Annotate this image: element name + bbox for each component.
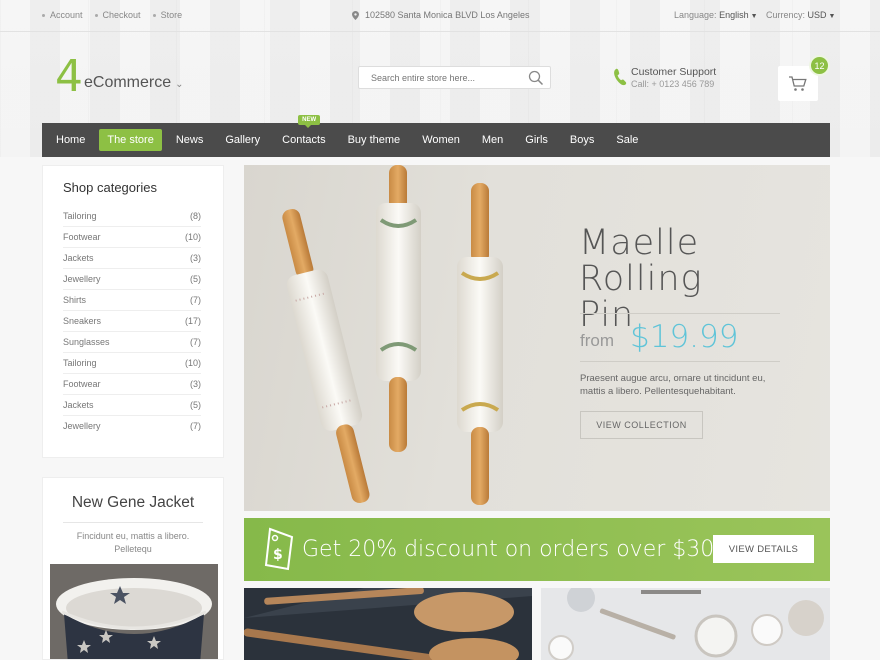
hero-divider: [580, 361, 780, 362]
new-badge: NEW: [298, 115, 321, 128]
view-details-button[interactable]: VIEW DETAILS: [713, 535, 814, 563]
category-item[interactable]: Sunglasses (7): [63, 332, 201, 353]
wooden-spoons-illustration: [244, 588, 532, 660]
nav-item-sale[interactable]: Sale: [608, 129, 646, 151]
nav-item-contacts[interactable]: Contacts NEW: [274, 115, 333, 151]
nav-item-gallery[interactable]: Gallery: [217, 129, 268, 151]
category-list: Tailoring (8) Footwear (10) Jackets (3) Jew…: [43, 206, 223, 437]
hero-description: Praesent augue arcu, ornare ut tincidunt…: [580, 373, 766, 397]
logo-text: eCommerce: [84, 74, 172, 91]
main-navigation: Home The store News Gallery Contacts NEW …: [42, 115, 830, 157]
phone-icon: [614, 68, 627, 86]
language-selector[interactable]: Language: English ▼: [674, 10, 758, 20]
category-item[interactable]: Tailoring (8): [63, 206, 201, 227]
svg-text:$: $: [273, 547, 283, 563]
category-item[interactable]: Footwear (3): [63, 374, 201, 395]
bullet-icon: [94, 13, 98, 17]
spoons-thumbnail[interactable]: [244, 588, 532, 660]
cart-count-badge: 12: [809, 55, 830, 76]
topbar-divider: [0, 31, 880, 32]
category-item[interactable]: Tailoring (10): [63, 353, 201, 374]
map-pin-icon: [352, 10, 359, 20]
category-item[interactable]: Jewellery (7): [63, 416, 201, 437]
price-tag-icon: $: [264, 527, 294, 570]
chevron-down-icon: ▼: [750, 13, 758, 20]
chevron-down-icon: ⌄: [175, 79, 184, 90]
nav-item-news[interactable]: News: [168, 129, 212, 151]
top-links: Account Checkout Store: [42, 10, 182, 20]
hero-banner: Maelle Rolling Pin from $19.99 Praesent a…: [244, 165, 830, 511]
bowls-illustration: [50, 564, 218, 659]
support-title: Customer Support: [631, 66, 717, 78]
site-logo[interactable]: 4 eCommerce ⌄: [55, 51, 184, 102]
search-input[interactable]: [359, 67, 519, 88]
category-item[interactable]: Shirts (7): [63, 290, 201, 311]
hero-divider: [580, 313, 780, 314]
nav-item-home[interactable]: Home: [48, 129, 93, 151]
kitchen-tools-thumbnail[interactable]: [541, 588, 830, 660]
account-link[interactable]: Account: [42, 10, 83, 20]
category-item[interactable]: Sneakers (17): [63, 311, 201, 332]
chevron-down-icon: ▼: [828, 13, 836, 20]
logo-number: 4: [55, 51, 83, 102]
promo-text: Fincidunt eu, mattis a libero. Pelletequ: [76, 531, 190, 554]
search-icon[interactable]: [528, 70, 544, 86]
promo-product-panel: New Gene Jacket Fincidunt eu, mattis a l…: [42, 477, 224, 660]
shop-categories-panel: Shop categories Tailoring (8) Footwear (10…: [42, 165, 224, 458]
hero-price: $19.99: [630, 319, 739, 355]
nav-item-women[interactable]: Women: [414, 129, 468, 151]
categories-title: Shop categories: [63, 180, 157, 195]
view-collection-button[interactable]: VIEW COLLECTION: [580, 411, 703, 439]
discount-banner: $ Get 20% discount on orders over $300 V…: [244, 518, 830, 581]
category-item[interactable]: Footwear (10): [63, 227, 201, 248]
promo-product-image[interactable]: [50, 564, 218, 659]
search-box: [358, 66, 551, 89]
category-item[interactable]: Jackets (5): [63, 395, 201, 416]
customer-support: Customer Support Call: + 0123 456 789: [613, 66, 716, 89]
rolling-pins-illustration: [282, 165, 503, 505]
category-item[interactable]: Jewellery (5): [63, 269, 201, 290]
support-phone: Call: + 0123 456 789: [631, 79, 715, 89]
promo-title[interactable]: New Gene Jacket: [43, 494, 223, 512]
store-link[interactable]: Store: [152, 10, 182, 20]
nav-item-the-store[interactable]: The store: [99, 129, 162, 151]
hero-from-label: from: [580, 331, 614, 350]
promo-divider: [63, 522, 203, 523]
store-address: 102580 Santa Monica BLVD Los Angeles: [352, 10, 529, 20]
bullet-icon: [42, 13, 45, 17]
currency-selector[interactable]: Currency: USD ▼: [766, 10, 835, 20]
nav-item-boys[interactable]: Boys: [562, 129, 602, 151]
nav-item-girls[interactable]: Girls: [517, 129, 556, 151]
kitchen-utensils-illustration: [541, 588, 830, 660]
discount-text: Get 20% discount on orders over $300: [302, 537, 729, 562]
category-item[interactable]: Jackets (3): [63, 248, 201, 269]
nav-item-men[interactable]: Men: [474, 129, 511, 151]
shopping-cart-icon: [789, 75, 807, 91]
nav-item-buy-theme[interactable]: Buy theme: [340, 129, 409, 151]
hero-title: Maelle Rolling Pin: [579, 223, 703, 335]
checkout-link[interactable]: Checkout: [94, 10, 141, 20]
bullet-icon: [152, 13, 156, 17]
